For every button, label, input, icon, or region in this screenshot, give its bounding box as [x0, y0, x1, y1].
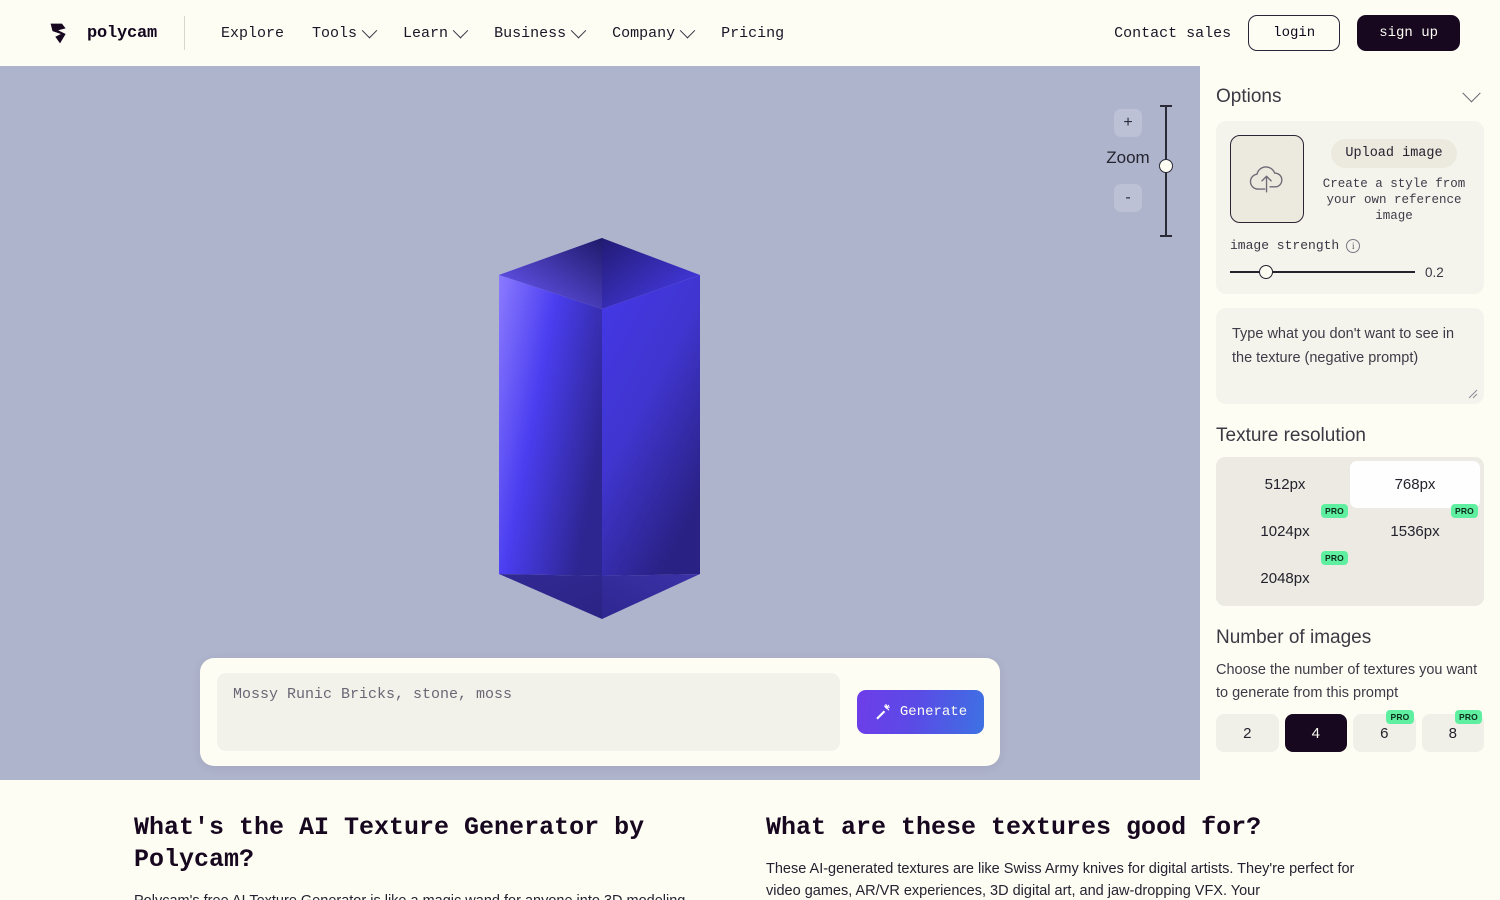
- options-header: Options: [1216, 73, 1484, 121]
- resolution-option-768[interactable]: 768px: [1350, 461, 1480, 508]
- upload-dropzone[interactable]: [1230, 135, 1304, 223]
- nav-label: Learn: [403, 24, 449, 42]
- polycam-logo-icon: [50, 23, 66, 44]
- number-of-images-title: Number of images: [1216, 627, 1372, 648]
- nav-label: Company: [612, 24, 676, 42]
- info-column-left: What's the AI Texture Generator by Polyc…: [134, 812, 714, 900]
- nav-item-tools[interactable]: Tools: [298, 19, 389, 48]
- magic-wand-icon: [876, 703, 890, 720]
- nav-item-business[interactable]: Business: [480, 19, 598, 48]
- pro-badge: PRO: [1320, 504, 1348, 518]
- upload-description: Create a style from your own reference i…: [1322, 177, 1466, 223]
- info-column-right: What are these textures good for? These …: [766, 812, 1366, 900]
- pro-badge: PRO: [1320, 551, 1348, 565]
- logo-text: polycam: [87, 23, 158, 43]
- options-title: Options: [1216, 86, 1282, 107]
- resolution-label: 512px: [1264, 476, 1306, 493]
- image-count-option-4[interactable]: 4: [1284, 714, 1347, 752]
- prompt-bar: Generate: [200, 658, 1000, 766]
- resolution-label: 2048px: [1260, 570, 1310, 587]
- viewport-canvas[interactable]: + Zoom - Generate: [0, 66, 1200, 780]
- info-section: What's the AI Texture Generator by Polyc…: [0, 780, 1500, 900]
- nav-item-pricing[interactable]: Pricing: [707, 19, 798, 48]
- slider-track: [1230, 271, 1415, 273]
- chevron-down-icon: [570, 22, 587, 38]
- logo[interactable]: polycam: [45, 18, 157, 48]
- signup-button[interactable]: sign up: [1357, 15, 1460, 51]
- resolution-option-1536[interactable]: PRO 1536px: [1350, 504, 1480, 555]
- zoom-slider-bottom-cap: [1160, 235, 1172, 237]
- zoom-slider-top-cap: [1160, 105, 1172, 107]
- nav-item-company[interactable]: Company: [598, 19, 707, 48]
- pro-badge: PRO: [1386, 710, 1414, 724]
- nav-label: Business: [494, 24, 567, 42]
- nav-item-explore[interactable]: Explore: [207, 19, 298, 48]
- image-count-label: 6: [1380, 724, 1389, 742]
- image-count-option-8[interactable]: PRO 8: [1421, 710, 1484, 752]
- number-of-images-description: Choose the number of textures you want t…: [1216, 662, 1478, 701]
- image-count-label: 4: [1311, 724, 1320, 742]
- negative-prompt-card: [1216, 308, 1484, 404]
- resolution-label: 1024px: [1260, 523, 1310, 540]
- resolution-option-512[interactable]: 512px: [1220, 461, 1350, 508]
- texture-resolution-group: 512px 768px PRO 1024px PRO 1536px PRO 20…: [1216, 457, 1484, 606]
- main-nav: Explore Tools Learn Business Company Pri…: [207, 19, 798, 48]
- image-count-option-6[interactable]: PRO 6: [1353, 710, 1416, 752]
- upload-image-button[interactable]: Upload image: [1331, 139, 1457, 168]
- zoom-label: Zoom: [1106, 148, 1150, 167]
- chevron-down-icon: [361, 22, 378, 38]
- nav-label: Tools: [312, 24, 358, 42]
- pro-badge: PRO: [1454, 710, 1482, 724]
- login-button[interactable]: login: [1248, 15, 1341, 51]
- info-paragraph-left: Polycam's free AI Texture Generator is l…: [134, 890, 714, 900]
- zoom-out-button[interactable]: -: [1114, 184, 1142, 212]
- chevron-down-icon: [452, 22, 469, 38]
- cloud-upload-icon: [1249, 166, 1283, 193]
- image-strength-label: image strength: [1230, 238, 1340, 253]
- contact-sales-link[interactable]: Contact sales: [1114, 25, 1231, 42]
- zoom-control: + Zoom -: [1090, 86, 1185, 316]
- zoom-in-button[interactable]: +: [1114, 109, 1142, 137]
- nav-item-learn[interactable]: Learn: [389, 19, 480, 48]
- image-strength-slider[interactable]: [1230, 264, 1415, 280]
- image-strength-label-row: image strength i: [1230, 238, 1470, 253]
- chevron-down-icon[interactable]: [1462, 83, 1481, 102]
- resolution-label: 768px: [1394, 476, 1436, 493]
- prompt-input[interactable]: [217, 673, 840, 751]
- site-header: polycam Explore Tools Learn Business Com…: [0, 0, 1500, 66]
- slider-thumb[interactable]: [1259, 265, 1273, 279]
- info-heading-left: What's the AI Texture Generator by Polyc…: [134, 813, 645, 874]
- header-divider: [184, 16, 186, 50]
- info-paragraph-right: These AI-generated textures are like Swi…: [766, 861, 1355, 899]
- upload-card: Upload image Create a style from your ow…: [1216, 121, 1484, 294]
- generate-button[interactable]: Generate: [857, 690, 984, 734]
- image-strength-slider-row: 0.2: [1230, 264, 1470, 280]
- header-actions: Contact sales login sign up: [1114, 15, 1460, 51]
- chevron-down-icon: [679, 22, 696, 38]
- negative-prompt-input[interactable]: [1232, 322, 1468, 390]
- resolution-option-2048[interactable]: PRO 2048px: [1220, 551, 1350, 602]
- resize-grip-icon: [1468, 389, 1478, 399]
- number-of-images-group: 2 4 PRO 6 PRO 8: [1216, 710, 1484, 752]
- resolution-option-1024[interactable]: PRO 1024px: [1220, 504, 1350, 555]
- resolution-label: 1536px: [1390, 523, 1440, 540]
- pro-badge: PRO: [1450, 504, 1478, 518]
- zoom-slider-thumb[interactable]: [1159, 159, 1173, 173]
- image-count-label: 2: [1243, 724, 1252, 742]
- generate-label: Generate: [899, 704, 968, 720]
- image-count-label: 8: [1448, 724, 1457, 742]
- texture-resolution-title: Texture resolution: [1216, 425, 1366, 446]
- info-icon[interactable]: i: [1346, 238, 1361, 253]
- nav-label: Pricing: [721, 24, 785, 42]
- info-heading-right: What are these textures good for?: [766, 813, 1262, 842]
- image-count-option-2[interactable]: 2: [1216, 714, 1279, 752]
- options-panel: Options Upload image Create a style from…: [1200, 66, 1500, 780]
- nav-label: Explore: [221, 24, 285, 42]
- image-strength-value: 0.2: [1425, 264, 1444, 280]
